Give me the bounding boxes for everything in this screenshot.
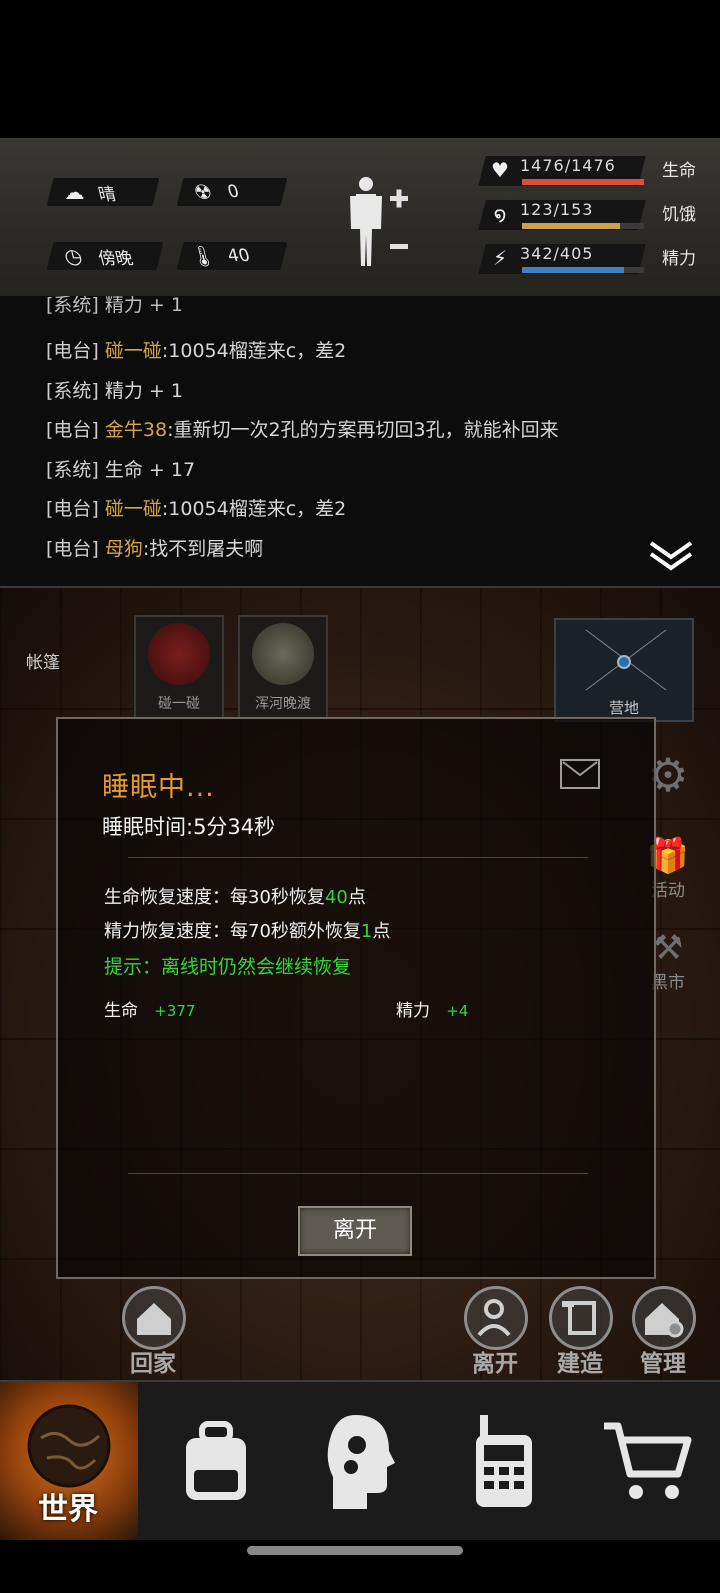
hunger-value: 123/153 <box>520 200 594 219</box>
nav-shop[interactable] <box>576 1382 720 1540</box>
brain-icon <box>327 1415 395 1509</box>
body-figure-icon <box>350 177 408 266</box>
energy-bar <box>522 267 644 273</box>
camp-minimap[interactable]: 营地 <box>554 618 694 722</box>
log-line: [系统] 生命 + 17 <box>46 459 196 481</box>
body-status-button[interactable] <box>346 174 416 274</box>
energy-value: 342/405 <box>520 244 594 263</box>
stat-hunger[interactable]: ໑ 123/153 饥饿 <box>478 200 712 234</box>
manage-label: 管理 <box>640 1351 686 1377</box>
person-exit-icon <box>477 1299 511 1337</box>
health-label: 生命 <box>662 161 696 181</box>
player-avatar <box>148 623 210 685</box>
hp-rate-text: 生命恢复速度：每30秒恢复40点 <box>104 887 366 908</box>
home-button[interactable] <box>122 1286 186 1350</box>
log-line: [系统] 精力 + 1 <box>46 380 183 402</box>
nav-world-label: 世界 <box>38 1492 98 1527</box>
cloud-sun-icon: ☁ <box>60 180 86 204</box>
hunger-label: 饥饿 <box>662 205 696 225</box>
clock-icon: ◷ <box>61 244 85 268</box>
stat-health[interactable]: ♥ 1476/1476 生命 <box>478 156 712 190</box>
radiation-icon: ☢ <box>191 180 215 204</box>
nav-backpack[interactable] <box>144 1382 288 1540</box>
leave-sleep-button[interactable]: 离开 <box>298 1206 412 1256</box>
double-chevron-down-icon[interactable] <box>648 540 694 572</box>
energy-label: 精力 <box>662 249 696 269</box>
manage-button[interactable] <box>632 1286 696 1350</box>
minimap-label: 营地 <box>608 699 639 717</box>
message-log[interactable]: [系统] 精力 + 1 [电台] 碰一碰:10054榴莲来c，差2 [系统] 精… <box>0 296 720 588</box>
sleep-dialog: 睡眠中... 睡眠时间:5分34秒 生命恢复速度：每30秒恢复40点 精力恢复速… <box>56 717 656 1279</box>
log-line: [电台] 碰一碰:10054榴莲来c，差2 <box>46 340 347 362</box>
stat-energy[interactable]: ⚡ 342/405 精力 <box>478 244 712 278</box>
temperature-value: 40 <box>225 246 253 266</box>
house-gear-icon <box>645 1303 684 1338</box>
energy-gain: 精力 +4 <box>396 1001 469 1021</box>
leave-label: 离开 <box>472 1351 518 1377</box>
log-line-partial: [系统] 精力 + 1 <box>46 296 183 316</box>
log-line: [电台] 母狗:找不到屠夫啊 <box>46 538 264 560</box>
player-name: 碰一碰 <box>158 696 200 712</box>
offline-hint: 提示：离线时仍然会继续恢复 <box>104 956 352 978</box>
log-line: [电台] 金牛38:重新切一次2孔的方案再切回3孔，就能补回来 <box>46 419 559 441</box>
hp-gain: 生命 +377 <box>104 1001 196 1021</box>
log-line: [电台] 碰一碰:10054榴莲来c，差2 <box>46 498 347 520</box>
player-avatar <box>252 623 314 685</box>
location-label: 帐篷 <box>26 653 60 673</box>
build-label: 建造 <box>557 1351 603 1377</box>
hunger-bar <box>522 223 644 229</box>
status-bar: ☁ 晴 ☢ 0 ◷ 傍晚 🌡 40 ♥ 1476/1476 生命 ໑ 123/1… <box>0 138 720 298</box>
build-icon <box>562 1301 596 1335</box>
energy-rate-text: 精力恢复速度：每70秒额外恢复1点 <box>104 921 391 942</box>
house-icon <box>137 1303 171 1335</box>
heart-icon: ♥ <box>491 158 509 182</box>
player-card[interactable]: 浑河晚渡 <box>238 615 328 719</box>
health-value: 1476/1476 <box>520 156 616 175</box>
thermometer-icon: 🌡 <box>187 244 219 268</box>
divider <box>128 1173 588 1174</box>
cart-icon <box>604 1422 692 1499</box>
time-of-day-label: 傍晚 <box>96 248 136 269</box>
player-card[interactable]: 碰一碰 <box>134 615 224 719</box>
home-indicator[interactable] <box>247 1546 463 1555</box>
bottom-nav <box>0 1380 720 1540</box>
globe-icon <box>27 1404 111 1488</box>
stomach-icon: ໑ <box>493 202 507 226</box>
mail-icon[interactable] <box>560 759 600 789</box>
nav-skills[interactable] <box>288 1382 432 1540</box>
sleep-title: 睡眠中... <box>102 772 215 803</box>
radio-icon <box>476 1415 532 1507</box>
player-name: 浑河晚渡 <box>255 696 311 712</box>
build-button[interactable] <box>549 1286 613 1350</box>
leave-button[interactable] <box>464 1286 528 1350</box>
map-icon <box>585 629 667 691</box>
nav-radio[interactable] <box>432 1382 576 1540</box>
home-label: 回家 <box>130 1351 176 1377</box>
head-bolt-icon: ⚡ <box>492 246 508 270</box>
sleep-time: 睡眠时间:5分34秒 <box>102 815 276 839</box>
backpack-icon <box>186 1421 246 1500</box>
divider <box>128 857 588 858</box>
health-bar <box>522 179 644 185</box>
